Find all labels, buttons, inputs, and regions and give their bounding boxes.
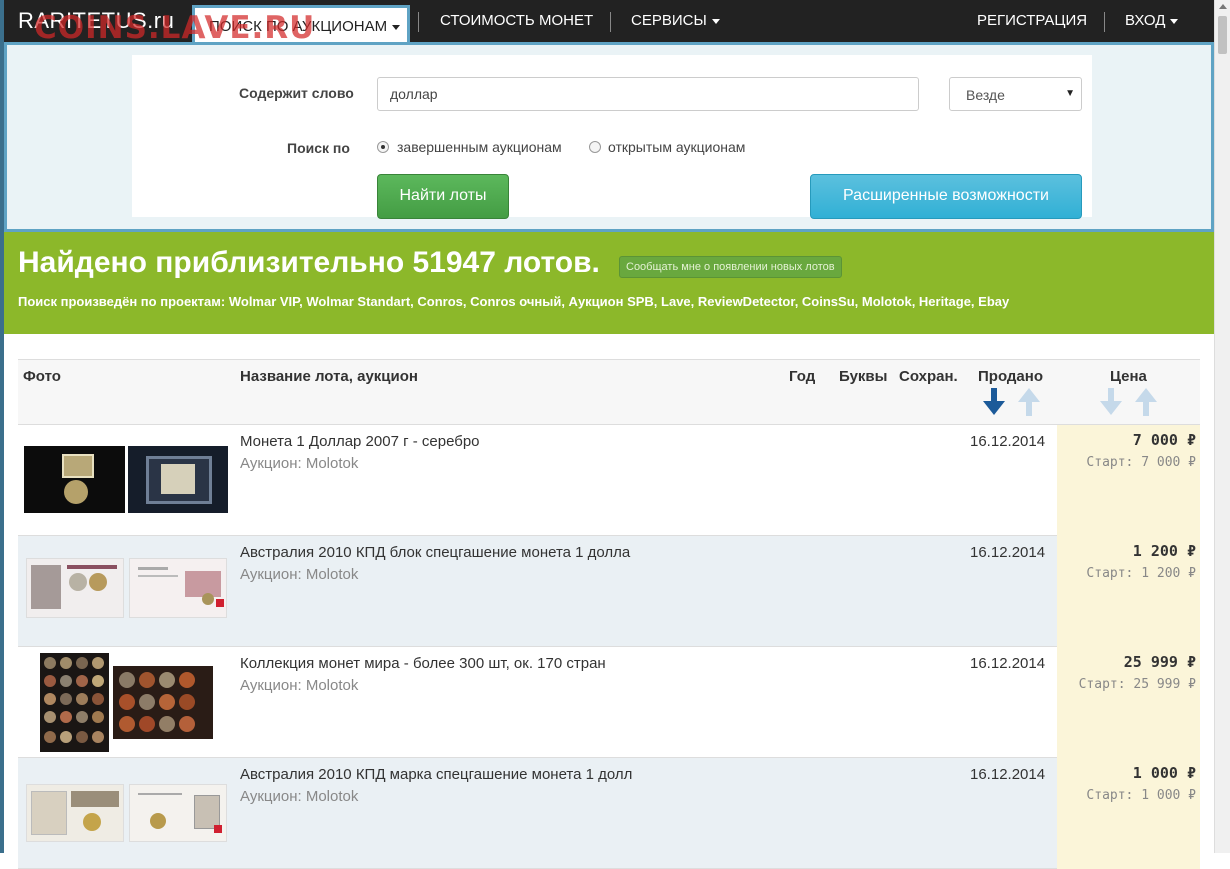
lot-auction: Аукцион: Molotok (240, 455, 359, 472)
nav-divider (1104, 12, 1105, 32)
scope-select[interactable]: Везде ▼ (949, 77, 1082, 111)
lot-photo[interactable] (113, 666, 213, 739)
watermark: COINS.LAVE.RU (34, 10, 316, 46)
lot-title-link[interactable]: Монета 1 Доллар 2007 г - серебро (240, 433, 480, 450)
sort-sold-asc-arrow-icon[interactable] (1018, 388, 1040, 416)
caret-down-icon (392, 24, 401, 30)
search-panel: Содержит слово Везде ▼ Поиск по завершен… (4, 42, 1214, 232)
nav-divider (610, 12, 611, 32)
col-sold: Продано (978, 368, 1043, 385)
table-row[interactable]: Австралия 2010 КПД блок спецгашение моне… (18, 536, 1200, 647)
lot-title-link[interactable]: Австралия 2010 КПД блок спецгашение моне… (240, 544, 630, 561)
lot-start-price: Старт: 1 000 ₽ (1086, 788, 1196, 803)
price-cell: 25 999 ₽ Старт: 25 999 ₽ (1057, 647, 1200, 758)
select-arrow-icon: ▼ (1065, 88, 1075, 99)
nav-coin-prices[interactable]: СТОИМОСТЬ МОНЕТ (440, 12, 593, 29)
lot-photo[interactable] (26, 784, 124, 842)
notify-new-lots-button[interactable]: Сообщать мне о появлении новых лотов (619, 256, 842, 278)
scroll-thumb[interactable] (1218, 16, 1227, 54)
lot-price: 1 000 ₽ (1132, 764, 1196, 782)
lot-photo[interactable] (129, 784, 227, 842)
col-year: Год (789, 368, 816, 385)
nav-login-label: ВХОД (1125, 12, 1166, 29)
lot-price: 1 200 ₽ (1132, 542, 1196, 560)
top-navbar: RARITETUS.ru ПОИСК ПО АУКЦИОНАМ COINS.LA… (4, 0, 1214, 46)
radio-open-auctions[interactable] (589, 141, 601, 153)
lot-photo[interactable] (128, 446, 228, 513)
nav-register[interactable]: РЕГИСТРАЦИЯ (977, 12, 1087, 29)
table-row[interactable]: Австралия 2010 КПД марка спецгашение мон… (18, 758, 1200, 869)
price-cell: 1 000 ₽ Старт: 1 000 ₽ (1057, 758, 1200, 869)
sort-price-desc-arrow-icon[interactable] (1100, 388, 1122, 416)
lot-photo[interactable] (26, 558, 124, 618)
scope-select-value: Везде (966, 87, 1005, 103)
nav-services[interactable]: СЕРВИСЫ (631, 12, 720, 29)
lot-start-price: Старт: 7 000 ₽ (1086, 455, 1196, 470)
lot-sold-date: 16.12.2014 (970, 544, 1046, 561)
col-letters: Буквы (839, 368, 888, 385)
lot-start-price: Старт: 1 200 ₽ (1086, 566, 1196, 581)
word-label: Содержит слово (239, 85, 354, 101)
lot-sold-date: 16.12.2014 (970, 766, 1046, 783)
results-table-header: Фото Название лота, аукцион Год Буквы Со… (18, 359, 1200, 425)
lot-auction: Аукцион: Molotok (240, 566, 359, 583)
lot-start-price: Старт: 25 999 ₽ (1078, 677, 1196, 692)
price-cell: 1 200 ₽ Старт: 1 200 ₽ (1057, 536, 1200, 647)
lot-photo[interactable] (129, 558, 227, 618)
find-lots-button[interactable]: Найти лоты (377, 174, 509, 219)
lot-title-link[interactable]: Коллекция монет мира - более 300 шт, ок.… (240, 655, 606, 672)
lot-auction: Аукцион: Molotok (240, 677, 359, 694)
sort-sold-desc-arrow-icon[interactable] (983, 388, 1005, 416)
col-photo: Фото (23, 368, 61, 385)
lot-price: 25 999 ₽ (1123, 653, 1196, 671)
lot-price: 7 000 ₽ (1132, 431, 1196, 449)
caret-down-icon (711, 18, 720, 24)
nav-services-label: СЕРВИСЫ (631, 12, 707, 29)
advanced-search-button[interactable]: Расширенные возможности (810, 174, 1082, 219)
table-row[interactable]: Коллекция монет мира - более 300 шт, ок.… (18, 647, 1200, 758)
nav-divider (418, 12, 419, 32)
results-count-title: Найдено приблизительно 51947 лотов. (18, 246, 600, 279)
price-cell: 7 000 ₽ Старт: 7 000 ₽ (1057, 425, 1200, 536)
lot-sold-date: 16.12.2014 (970, 655, 1046, 672)
page-scrollbar[interactable] (1214, 0, 1230, 853)
results-banner: Найдено приблизительно 51947 лотов. Сооб… (4, 232, 1214, 334)
radio-completed-label[interactable]: завершенным аукционам (397, 139, 562, 155)
lot-auction: Аукцион: Molotok (240, 788, 359, 805)
nav-login[interactable]: ВХОД (1125, 12, 1179, 29)
searched-projects-text: Поиск произведён по проектам: Wolmar VIP… (18, 294, 1010, 309)
search-word-input[interactable] (377, 77, 919, 111)
radio-open-label[interactable]: открытым аукционам (608, 139, 745, 155)
table-row[interactable]: Монета 1 Доллар 2007 г - серебро Аукцион… (18, 425, 1200, 536)
sort-price-asc-arrow-icon[interactable] (1135, 388, 1157, 416)
col-price: Цена (1110, 368, 1147, 385)
lot-sold-date: 16.12.2014 (970, 433, 1046, 450)
caret-down-icon (1170, 18, 1179, 24)
radio-completed-auctions[interactable] (377, 141, 389, 153)
lot-title-link[interactable]: Австралия 2010 КПД марка спецгашение мон… (240, 766, 632, 783)
scroll-up-arrow-icon[interactable] (1219, 4, 1227, 9)
col-lot-name: Название лота, аукцион (240, 368, 418, 385)
lot-photo[interactable] (40, 653, 109, 752)
search-form: Содержит слово Везде ▼ Поиск по завершен… (132, 55, 1092, 219)
col-condition: Сохран. (899, 368, 958, 385)
search-by-label: Поиск по (287, 140, 350, 156)
lot-photo[interactable] (24, 446, 125, 513)
